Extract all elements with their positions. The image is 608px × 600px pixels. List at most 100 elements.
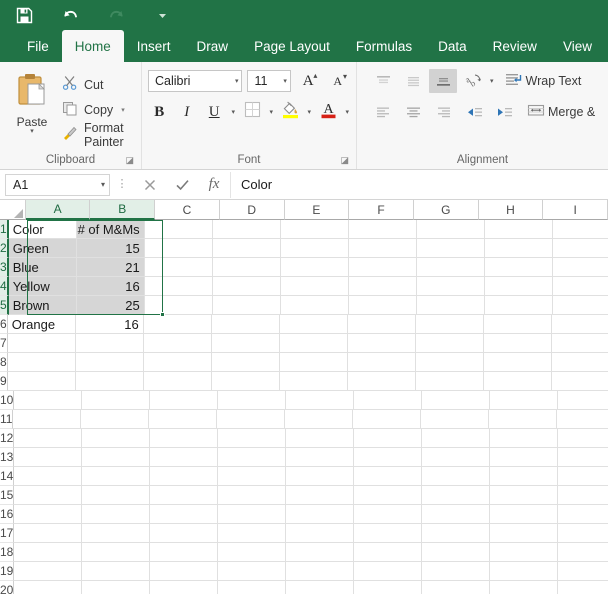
align-left-button[interactable]	[369, 100, 397, 124]
cell-H20[interactable]	[490, 581, 559, 594]
row-header-5[interactable]: 5	[0, 296, 9, 315]
cell-G8[interactable]	[415, 353, 484, 372]
row-header-8[interactable]: 8	[0, 353, 8, 372]
chevron-down-icon[interactable]: ▾	[101, 180, 105, 189]
cell-H7[interactable]	[483, 334, 552, 353]
cut-button[interactable]: Cut	[62, 74, 135, 95]
font-dialog-launcher-icon[interactable]: ◪	[340, 156, 349, 165]
column-header-b[interactable]: B	[90, 200, 156, 220]
cell-H3[interactable]	[484, 258, 553, 277]
tab-file[interactable]: File	[14, 30, 62, 62]
cell-I19[interactable]	[558, 562, 608, 581]
copy-dropdown-caret[interactable]: ▾	[121, 106, 125, 114]
cell-B17[interactable]	[82, 524, 151, 543]
cell-F15[interactable]	[354, 486, 423, 505]
cell-E9[interactable]	[279, 372, 348, 391]
cell-C10[interactable]	[150, 391, 219, 410]
row-header-20[interactable]: 20	[0, 581, 15, 594]
chevron-down-icon[interactable]: ▾	[279, 77, 287, 85]
cell-A12[interactable]	[14, 429, 83, 448]
tab-review[interactable]: Review	[480, 30, 550, 62]
cell-D14[interactable]	[218, 467, 287, 486]
cell-E19[interactable]	[286, 562, 355, 581]
cell-I15[interactable]	[558, 486, 608, 505]
cell-G7[interactable]	[415, 334, 484, 353]
increase-indent-button[interactable]	[489, 100, 517, 124]
copy-button[interactable]: Copy ▾	[62, 99, 135, 120]
cell-A15[interactable]	[14, 486, 83, 505]
row-header-2[interactable]: 2	[0, 239, 9, 258]
cell-A6[interactable]: Orange	[7, 315, 76, 334]
cell-D10[interactable]	[218, 391, 287, 410]
font-size-combo[interactable]: 11 ▾	[247, 70, 291, 92]
tab-formulas[interactable]: Formulas	[343, 30, 425, 62]
cell-B2[interactable]: 15	[76, 239, 145, 258]
align-middle-button[interactable]	[399, 69, 427, 93]
cell-C1[interactable]	[144, 220, 213, 239]
underline-dropdown-caret[interactable]: ▾	[231, 108, 235, 116]
cell-H17[interactable]	[490, 524, 559, 543]
cell-D12[interactable]	[218, 429, 287, 448]
column-header-f[interactable]: F	[349, 200, 414, 220]
cell-I9[interactable]	[551, 372, 608, 391]
cell-H8[interactable]	[483, 353, 552, 372]
cell-I7[interactable]	[551, 334, 608, 353]
cell-G5[interactable]	[416, 296, 485, 315]
cell-E18[interactable]	[286, 543, 355, 562]
cell-H11[interactable]	[489, 410, 558, 429]
orientation-button[interactable]: a b	[459, 69, 487, 93]
cell-C2[interactable]	[144, 239, 213, 258]
cell-I1[interactable]	[552, 220, 608, 239]
cell-B18[interactable]	[82, 543, 151, 562]
cell-B8[interactable]	[75, 353, 144, 372]
cell-D15[interactable]	[218, 486, 287, 505]
cell-D5[interactable]	[212, 296, 281, 315]
row-header-6[interactable]: 6	[0, 315, 8, 334]
confirm-edit-button[interactable]	[166, 172, 198, 198]
row-header-19[interactable]: 19	[0, 562, 15, 581]
cell-B12[interactable]	[82, 429, 151, 448]
cell-H5[interactable]	[484, 296, 553, 315]
cell-D6[interactable]	[211, 315, 280, 334]
cell-C6[interactable]	[143, 315, 212, 334]
cell-G20[interactable]	[422, 581, 491, 594]
cell-B7[interactable]	[75, 334, 144, 353]
cell-I8[interactable]	[551, 353, 608, 372]
font-color-button[interactable]: A	[317, 100, 339, 124]
cell-G15[interactable]	[422, 486, 491, 505]
row-header-1[interactable]: 1	[0, 220, 9, 239]
cell-D2[interactable]	[212, 239, 281, 258]
cell-G12[interactable]	[422, 429, 491, 448]
cell-E13[interactable]	[286, 448, 355, 467]
cell-E20[interactable]	[286, 581, 355, 594]
cell-A5[interactable]: Brown	[8, 296, 77, 315]
cell-B11[interactable]	[81, 410, 150, 429]
formula-bar-handle[interactable]: ⋮	[110, 179, 134, 190]
cell-A7[interactable]	[7, 334, 76, 353]
cell-H18[interactable]	[490, 543, 559, 562]
cell-C18[interactable]	[150, 543, 219, 562]
clipboard-dialog-launcher-icon[interactable]: ◪	[125, 156, 134, 165]
cell-A20[interactable]	[14, 581, 83, 594]
cell-D9[interactable]	[211, 372, 280, 391]
cell-I12[interactable]	[558, 429, 608, 448]
tab-view[interactable]: View	[550, 30, 605, 62]
cell-E10[interactable]	[286, 391, 355, 410]
tab-data[interactable]: Data	[425, 30, 480, 62]
cell-G2[interactable]	[416, 239, 485, 258]
cell-I14[interactable]	[558, 467, 608, 486]
tab-draw[interactable]: Draw	[184, 30, 242, 62]
cell-I16[interactable]	[558, 505, 608, 524]
cell-H13[interactable]	[490, 448, 559, 467]
cell-F10[interactable]	[354, 391, 423, 410]
cell-G14[interactable]	[422, 467, 491, 486]
cell-G17[interactable]	[422, 524, 491, 543]
fill-color-button[interactable]	[279, 100, 301, 124]
name-box[interactable]: A1 ▾	[5, 173, 110, 196]
cell-C13[interactable]	[150, 448, 219, 467]
cell-D7[interactable]	[211, 334, 280, 353]
cell-F17[interactable]	[354, 524, 423, 543]
font-color-dropdown-caret[interactable]: ▾	[345, 108, 349, 116]
cell-G19[interactable]	[422, 562, 491, 581]
cell-B16[interactable]	[82, 505, 151, 524]
